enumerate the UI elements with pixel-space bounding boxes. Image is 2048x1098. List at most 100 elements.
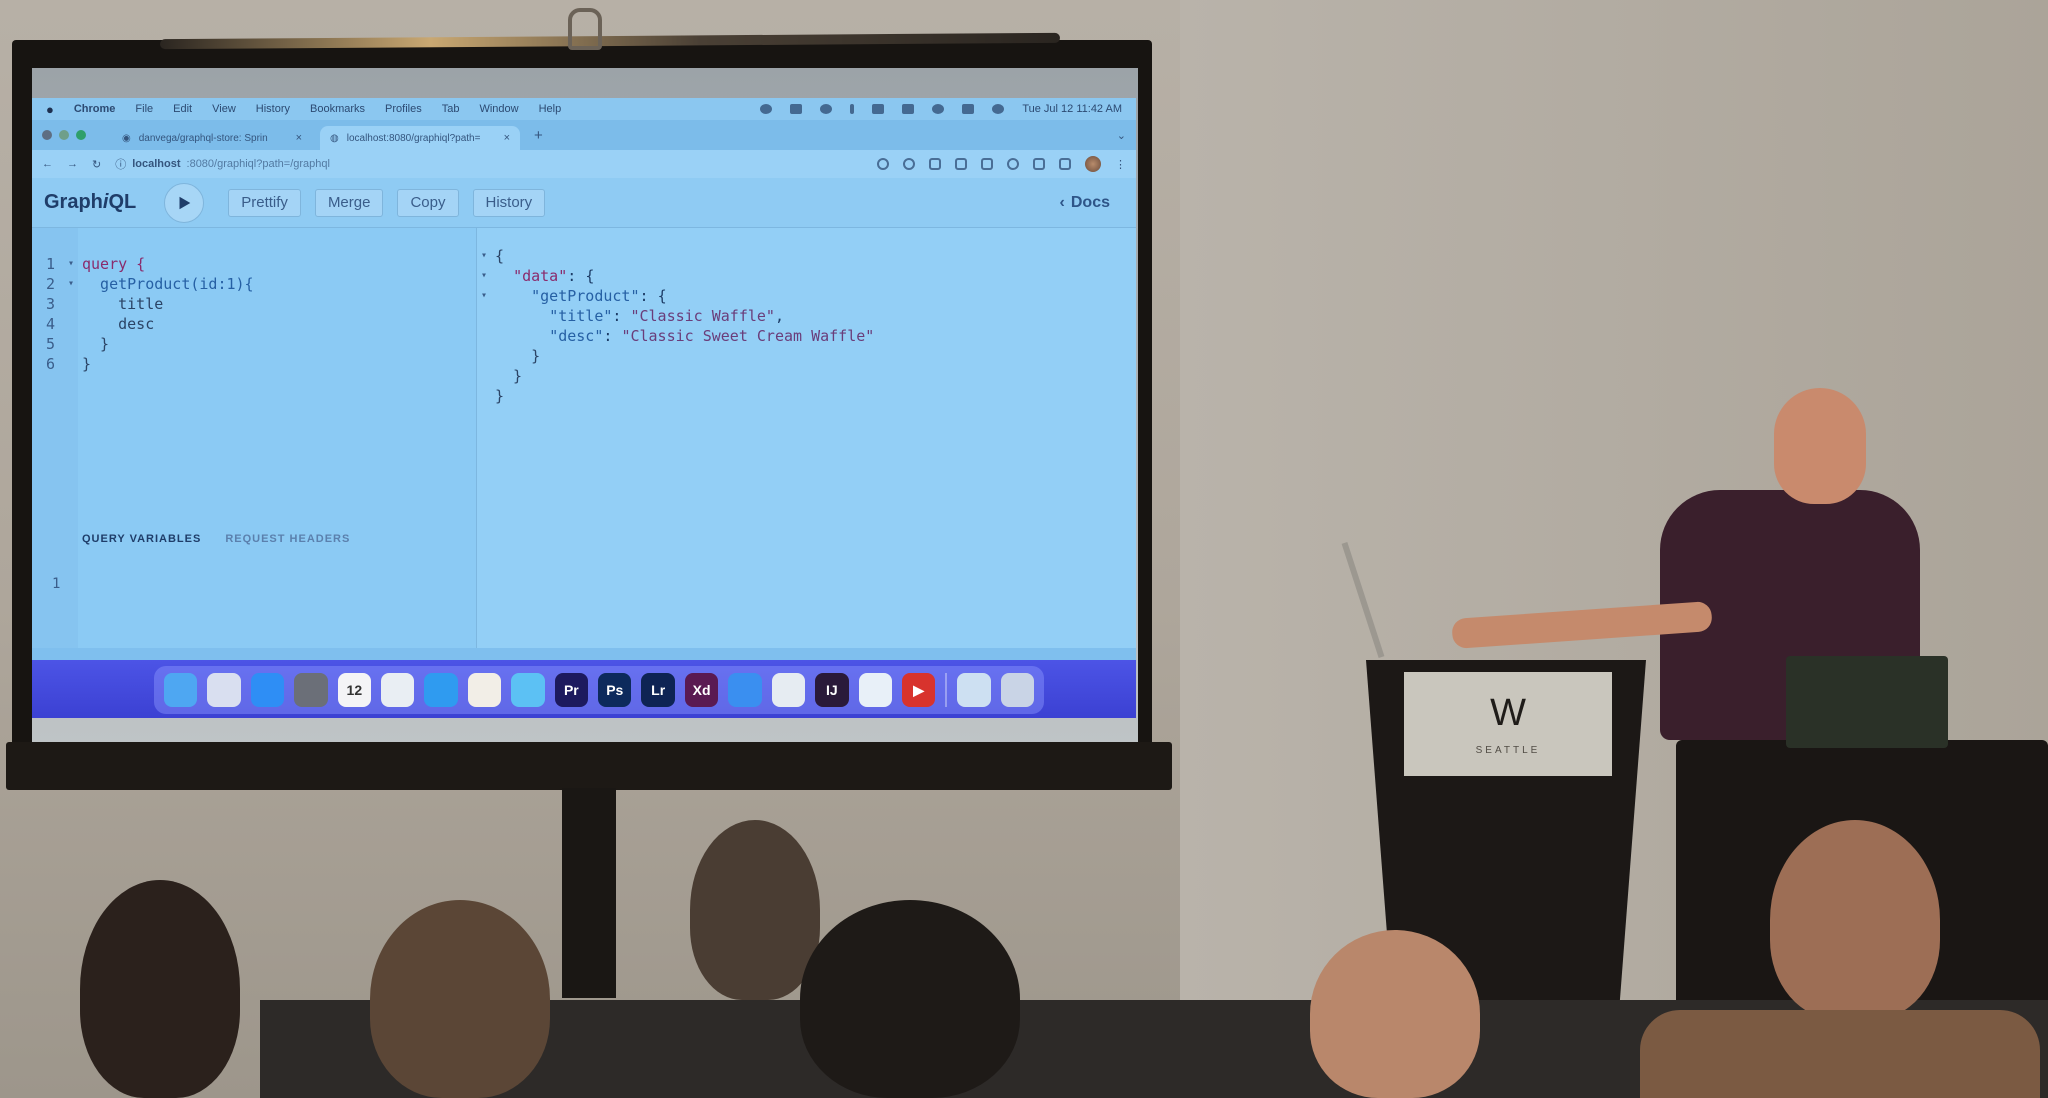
screenshot-extension-icon[interactable]	[981, 158, 993, 170]
profile-avatar[interactable]	[1085, 156, 1101, 172]
menu-view[interactable]: View	[212, 103, 236, 115]
menu-profiles[interactable]: Profiles	[385, 103, 422, 115]
password-icon[interactable]	[903, 158, 915, 170]
graphiql-logo: GraphiQL	[44, 191, 137, 213]
fold-arrow-icon[interactable]: ▾	[68, 274, 82, 294]
menu-bookmarks[interactable]: Bookmarks	[310, 103, 365, 115]
fold-arrow-icon	[68, 354, 82, 374]
menu-file[interactable]: File	[135, 103, 153, 115]
query-line[interactable]: 1 ▾ query {	[46, 254, 254, 274]
fold-arrow-icon[interactable]: ▾	[481, 246, 495, 266]
dock-intellij-icon[interactable]: IJ	[815, 673, 849, 707]
query-line[interactable]: 2 ▾ getProduct(id:1){	[46, 274, 254, 294]
docs-button[interactable]: ‹ Docs	[1060, 194, 1110, 212]
dock-messages-icon[interactable]	[511, 673, 545, 707]
execute-query-button[interactable]	[164, 182, 205, 223]
siri-icon[interactable]	[992, 104, 1005, 114]
site-info-icon[interactable]: ⓘ	[115, 156, 126, 172]
extension-icon[interactable]	[1007, 158, 1019, 170]
forward-icon[interactable]: →	[67, 158, 78, 170]
fold-arrow-icon[interactable]: ▾	[68, 254, 82, 274]
line-number: 4	[46, 315, 56, 333]
puzzle-extensions-icon[interactable]	[1033, 158, 1045, 170]
close-tab-icon[interactable]: ×	[504, 132, 510, 144]
status-display-icon[interactable]	[790, 104, 803, 114]
dock-calendar-icon[interactable]: 12	[337, 673, 372, 707]
side-panel-icon[interactable]	[1059, 158, 1071, 170]
dock-vscode-icon[interactable]	[858, 673, 892, 707]
code-text: getProduct(id:1){	[82, 275, 254, 293]
query-line[interactable]: 3 title	[46, 294, 254, 314]
moon-icon[interactable]	[820, 104, 833, 114]
menu-tab[interactable]: Tab	[442, 103, 460, 115]
menu-window[interactable]: Window	[479, 103, 518, 115]
merge-button[interactable]: Merge	[314, 188, 384, 217]
code-text: title	[82, 295, 164, 313]
back-icon[interactable]: ←	[42, 158, 53, 170]
dock-keynote-icon[interactable]	[728, 673, 762, 707]
tab-graphiql[interactable]: ◍ localhost:8080/graphiql?path= ×	[320, 126, 520, 150]
tab-search-chevron-icon[interactable]: ⌄	[1117, 129, 1126, 142]
copy-button[interactable]: Copy	[397, 188, 459, 217]
history-button[interactable]: History	[472, 188, 546, 217]
control-center-icon[interactable]	[962, 104, 975, 114]
chrome-menu-icon[interactable]: ⋮	[1115, 158, 1126, 171]
fold-arrow-icon	[68, 294, 82, 314]
json-text: }	[495, 367, 523, 385]
dock-safari-icon[interactable]	[424, 673, 458, 707]
extension-icon[interactable]	[955, 158, 967, 170]
maximize-window-button[interactable]	[76, 130, 86, 140]
reload-icon[interactable]: ↻	[92, 158, 101, 171]
dock-app-store-icon[interactable]	[250, 673, 285, 707]
fold-arrow-icon[interactable]: ▾	[481, 286, 495, 306]
line-number: 1	[46, 255, 56, 273]
json-text: }	[495, 387, 505, 405]
menu-history[interactable]: History	[256, 103, 290, 115]
menu-app-name[interactable]: Chrome	[74, 103, 116, 115]
dock-photos-icon[interactable]	[467, 673, 502, 707]
menu-edit[interactable]: Edit	[173, 103, 192, 115]
wifi-icon[interactable]	[902, 104, 915, 114]
dock-finder-icon[interactable]	[164, 673, 198, 707]
fold-arrow-icon[interactable]: ▾	[481, 266, 495, 286]
variables-editor-line-number[interactable]: 1	[52, 576, 60, 592]
query-editor[interactable]: 1 ▾ query {2 ▾ getProduct(id:1){3 title 4 de…	[32, 228, 477, 648]
prettify-button[interactable]: Prettify	[228, 188, 301, 217]
dock-screenshot-icon[interactable]	[771, 673, 806, 707]
code-text: }	[82, 335, 110, 353]
query-code[interactable]: 1 ▾ query {2 ▾ getProduct(id:1){3 title 4 de…	[46, 254, 254, 374]
zoom-icon[interactable]	[877, 158, 889, 170]
tab-query-variables[interactable]: QUERY VARIABLES	[82, 533, 201, 545]
bookmark-star-icon[interactable]	[929, 158, 941, 170]
browser-tabstrip: ◉ danvega/graphql-store: Sprin × ◍ local…	[32, 120, 1136, 150]
dock-photoshop-icon[interactable]: Ps	[598, 673, 632, 707]
dock-chrome-icon[interactable]	[381, 673, 415, 707]
line-number: 2	[46, 275, 56, 293]
dock-screen-preview-icon[interactable]	[957, 673, 991, 707]
dock-youtube-icon[interactable]: ▶	[901, 673, 936, 707]
tab-request-headers[interactable]: REQUEST HEADERS	[225, 533, 350, 545]
dock-launchpad-icon[interactable]	[207, 673, 241, 707]
dock-system-preferences-icon[interactable]	[294, 673, 328, 707]
battery-icon[interactable]	[872, 104, 885, 114]
projector-screen-stand	[562, 788, 616, 998]
bluetooth-icon[interactable]	[850, 104, 855, 114]
close-window-button[interactable]	[42, 130, 52, 140]
address-bar[interactable]: ⓘ localhost:8080/graphiql?path=/graphql	[115, 156, 330, 172]
minimize-window-button[interactable]	[59, 130, 69, 140]
dock-lightroom-icon[interactable]: Lr	[641, 673, 675, 707]
new-tab-button[interactable]: +	[534, 127, 543, 144]
query-line[interactable]: 5 }	[46, 334, 254, 354]
menu-help[interactable]: Help	[539, 103, 562, 115]
menubar-clock[interactable]: Tue Jul 12 11:42 AM	[1022, 103, 1122, 115]
dock-premiere-pro-icon[interactable]: Pr	[554, 673, 589, 707]
dock-trash-icon[interactable]	[1000, 673, 1035, 707]
query-line[interactable]: 4 desc	[46, 314, 254, 334]
query-line[interactable]: 6}	[46, 354, 254, 374]
apple-icon[interactable]: ●	[46, 102, 54, 117]
dock-adobe-xd-icon[interactable]: Xd	[684, 673, 719, 707]
tab-github[interactable]: ◉ danvega/graphql-store: Sprin ×	[112, 126, 312, 150]
spotlight-search-icon[interactable]	[932, 104, 945, 114]
status-circle-icon[interactable]	[760, 104, 773, 114]
close-tab-icon[interactable]: ×	[296, 132, 302, 144]
